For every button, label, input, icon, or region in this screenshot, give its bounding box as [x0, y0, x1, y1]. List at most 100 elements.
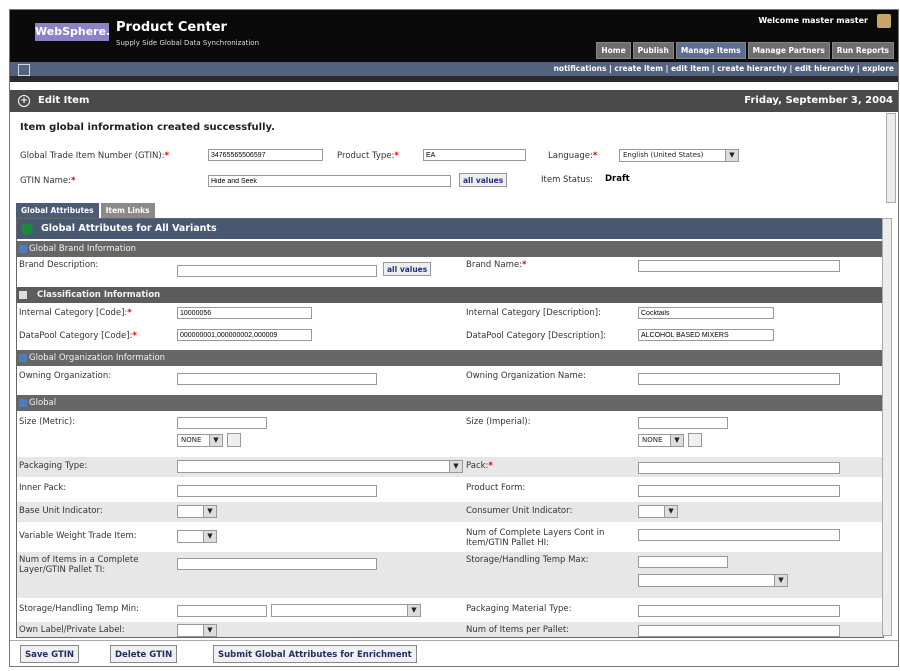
product-type-label: Product Type:* — [337, 151, 399, 161]
size-metric-unit-select[interactable]: NONE ▼ — [177, 434, 223, 447]
tab-global-attributes[interactable]: Global Attributes — [16, 203, 99, 218]
user-icon[interactable] — [877, 14, 891, 28]
tab-item-links[interactable]: Item Links — [100, 203, 155, 218]
success-message: Item global information created successf… — [20, 122, 275, 133]
product-title: Product Center — [116, 20, 227, 35]
chevron-down-icon: ▼ — [664, 506, 677, 517]
gtin-input[interactable] — [208, 149, 323, 161]
item-status-value: Draft — [605, 174, 630, 184]
chevron-down-icon: ▼ — [774, 575, 787, 586]
dp-cat-desc-input[interactable] — [638, 329, 774, 341]
panel-scrollbar[interactable] — [882, 218, 892, 636]
storage-min-input[interactable] — [177, 605, 267, 617]
dp-cat-code-input[interactable] — [177, 329, 312, 341]
sub-nav: notifications | create item | edit item … — [10, 62, 898, 76]
group-global[interactable]: Global — [17, 395, 883, 411]
footer-toolbar: Save GTIN Delete GTIN Submit Global Attr… — [10, 640, 898, 666]
top-scrollbar[interactable] — [886, 113, 896, 203]
group-organization[interactable]: Global Organization Information — [17, 350, 883, 366]
owning-org-name-label: Owning Organization Name: — [466, 371, 586, 381]
num-items-layer-input[interactable] — [177, 558, 377, 570]
item-status-label: Item Status: — [541, 175, 594, 185]
group-classification-label: Classification Information — [37, 290, 161, 300]
chevron-down-icon: ▼ — [449, 461, 462, 472]
size-imperial-unit-select[interactable]: NONE ▼ — [638, 434, 684, 447]
packaging-type-select[interactable]: ▼ — [177, 460, 463, 473]
app-window: WebSphere. Product Center Supply Side Gl… — [9, 9, 899, 667]
group-organization-label: Global Organization Information — [29, 353, 166, 363]
size-metric-label: Size (Metric): — [19, 417, 76, 427]
nav-run-reports[interactable]: Run Reports — [831, 42, 894, 59]
calculator-icon[interactable] — [688, 433, 702, 447]
items-per-pallet-input[interactable] — [638, 625, 840, 637]
brand-name-input[interactable] — [638, 260, 840, 272]
owning-org-label: Owning Organization: — [19, 371, 112, 381]
product-type-input[interactable] — [423, 149, 526, 161]
arrow-icon — [21, 223, 33, 235]
chevron-down-icon: ▼ — [407, 605, 420, 616]
brand-name-label: Brand Name:* — [466, 260, 527, 270]
delete-gtin-button[interactable]: Delete GTIN — [110, 645, 178, 663]
num-layers-input[interactable] — [638, 529, 840, 541]
size-imperial-input[interactable] — [638, 417, 728, 429]
brand-desc-input[interactable] — [177, 265, 377, 277]
all-values-button[interactable]: all values — [459, 173, 508, 187]
own-label-label: Own Label/Private Label: — [19, 625, 125, 635]
websphere-logo: WebSphere. — [35, 23, 110, 41]
gtin-name-input[interactable] — [208, 175, 451, 187]
brand-all-values-button[interactable]: all values — [383, 262, 432, 276]
dp-cat-desc-label: DataPool Category [Description]: — [466, 331, 607, 341]
pack-input[interactable] — [638, 462, 840, 474]
storage-min-unit-select[interactable]: ▼ — [271, 604, 421, 617]
owning-org-input[interactable] — [177, 373, 377, 385]
dp-cat-code-label: DataPool Category [Code]:* — [19, 331, 137, 341]
base-unit-select[interactable]: ▼ — [177, 505, 217, 518]
size-metric-input[interactable] — [177, 417, 267, 429]
language-select[interactable]: English (United States) ▼ — [619, 149, 739, 162]
consumer-unit-select[interactable]: ▼ — [638, 505, 678, 518]
attributes-panel: Global Attributes for All Variants Globa… — [16, 218, 884, 638]
int-cat-desc-input[interactable] — [638, 307, 774, 319]
section-header: Global Attributes for All Variants — [17, 219, 883, 239]
save-gtin-button[interactable]: Save GTIN — [20, 645, 80, 663]
num-items-layer-label: Num of Items in a Complete Layer/GTIN Pa… — [19, 555, 139, 575]
calculator-icon[interactable] — [227, 433, 241, 447]
sub-nav-links[interactable]: notifications | create item | edit item … — [554, 62, 894, 76]
expand-icon — [19, 399, 27, 407]
chevron-down-icon: ▼ — [725, 150, 738, 161]
inner-pack-input[interactable] — [177, 485, 377, 497]
grid-icon — [18, 64, 30, 76]
packaging-material-input[interactable] — [638, 605, 840, 617]
int-cat-code-label: Internal Category [Code]:* — [19, 308, 132, 318]
submit-enrichment-button[interactable]: Submit Global Attributes for Enrichment — [213, 645, 417, 663]
date-text: Friday, September 3, 2004 — [744, 95, 893, 106]
chevron-down-icon: ▼ — [203, 506, 216, 517]
variable-weight-select[interactable]: ▼ — [177, 530, 217, 543]
packaging-type-label: Packaging Type: — [19, 461, 88, 471]
num-layers-label: Num of Complete Layers Cont in Item/GTIN… — [466, 528, 605, 548]
nav-publish[interactable]: Publish — [632, 42, 674, 59]
storage-max-unit-select[interactable]: ▼ — [638, 574, 788, 587]
brand-desc-label: Brand Description: — [19, 260, 99, 270]
own-label-select[interactable]: ▼ — [177, 624, 217, 637]
variable-weight-label: Variable Weight Trade Item: — [19, 531, 137, 541]
nav-manage-partners[interactable]: Manage Partners — [747, 42, 830, 59]
group-brand[interactable]: Global Brand Information — [17, 241, 883, 257]
storage-max-input[interactable] — [638, 556, 728, 568]
owning-org-name-input[interactable] — [638, 373, 840, 385]
add-circle-icon: + — [18, 95, 30, 107]
storage-min-label: Storage/Handling Temp Min: — [19, 604, 140, 614]
chevron-down-icon: ▼ — [209, 435, 222, 446]
product-form-input[interactable] — [638, 485, 840, 497]
nav-home[interactable]: Home — [596, 42, 631, 59]
nav-manage-items[interactable]: Manage Items — [675, 42, 746, 59]
top-header: WebSphere. Product Center Supply Side Gl… — [10, 10, 898, 62]
section-title: Global Attributes for All Variants — [41, 223, 217, 234]
chevron-down-icon: ▼ — [203, 625, 216, 636]
divider — [10, 76, 898, 82]
product-form-label: Product Form: — [466, 483, 526, 493]
storage-max-label: Storage/Handling Temp Max: — [466, 555, 589, 565]
int-cat-code-input[interactable] — [177, 307, 312, 319]
group-classification[interactable]: Classification Information — [17, 287, 883, 303]
expand-icon — [19, 354, 27, 362]
